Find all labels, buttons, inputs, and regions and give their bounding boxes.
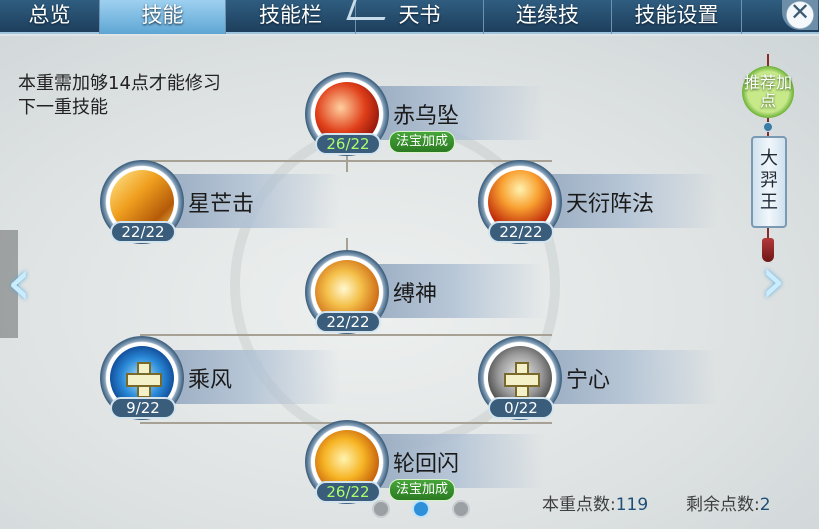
skill-name: 天衍阵法	[566, 192, 655, 217]
skill-node-ningxin[interactable]: 宁心 0/22	[478, 336, 718, 420]
treasure-bonus-badge: 法宝加成	[389, 131, 456, 153]
pendant-bead	[763, 122, 773, 132]
skill-name: 赤乌坠	[393, 104, 460, 129]
remaining-points-label: 剩余点数:	[686, 495, 760, 515]
skill-name: 宁心	[566, 368, 611, 393]
treasure-bonus-badge: 法宝加成	[389, 479, 456, 501]
add-point-icon[interactable]	[504, 362, 540, 398]
skill-node-lunhuishan[interactable]: 轮回闪 26/22 法宝加成	[305, 420, 545, 504]
skill-level: 26/22	[315, 133, 381, 155]
skill-name: 星芒击	[188, 192, 255, 217]
tab-skill-bar[interactable]: 技能栏	[226, 0, 356, 34]
emblem-decoration	[346, 0, 392, 20]
skill-node-xingmangji[interactable]: 星芒击 22/22	[100, 160, 340, 244]
skill-node-chengfeng[interactable]: 乘风 9/22	[100, 336, 340, 420]
add-point-icon[interactable]	[126, 362, 162, 398]
skill-name: 乘风	[188, 368, 233, 393]
skill-level: 22/22	[488, 221, 554, 243]
prev-page-arrow-icon[interactable]: ‹	[2, 250, 36, 316]
tab-bar: 总览 技能 技能栏 天书 连续技 技能设置 ✕	[0, 0, 819, 34]
recommend-points-button[interactable]: 推荐加点	[742, 66, 794, 118]
tab-overview[interactable]: 总览	[0, 0, 100, 34]
page-dot-3[interactable]	[452, 500, 470, 518]
skill-level: 26/22	[315, 481, 381, 503]
tier-points-value: 119	[615, 495, 649, 515]
remaining-points: 剩余点数:2	[686, 490, 771, 515]
skill-node-tianyanzhenfa[interactable]: 天衍阵法 22/22	[478, 160, 718, 244]
tier-points-label: 本重点数:	[542, 495, 616, 515]
tab-skills[interactable]: 技能	[100, 0, 226, 34]
skill-level: 9/22	[110, 397, 176, 419]
tab-skill-settings[interactable]: 技能设置	[612, 0, 742, 34]
remaining-points-value: 2	[759, 495, 771, 515]
close-button[interactable]: ✕	[782, 0, 818, 30]
skill-node-chiwuzhui[interactable]: 赤乌坠 26/22 法宝加成	[305, 72, 545, 156]
skill-level: 22/22	[110, 221, 176, 243]
tab-combo-skills[interactable]: 连续技	[484, 0, 612, 34]
page-dot-2[interactable]	[412, 500, 430, 518]
pendant-tassel	[762, 238, 774, 262]
skill-node-fushen[interactable]: 缚神 22/22	[305, 250, 545, 334]
upgrade-hint-text: 本重需加够14点才能修习下一重技能	[18, 73, 221, 118]
skill-level: 22/22	[315, 311, 381, 333]
page-dot-1[interactable]	[372, 500, 390, 518]
skill-name: 轮回闪	[393, 452, 460, 477]
skill-level: 0/22	[488, 397, 554, 419]
tier-points: 本重点数:119	[542, 490, 648, 515]
title-tag: 大羿王	[751, 136, 787, 228]
skill-name: 缚神	[393, 282, 438, 307]
